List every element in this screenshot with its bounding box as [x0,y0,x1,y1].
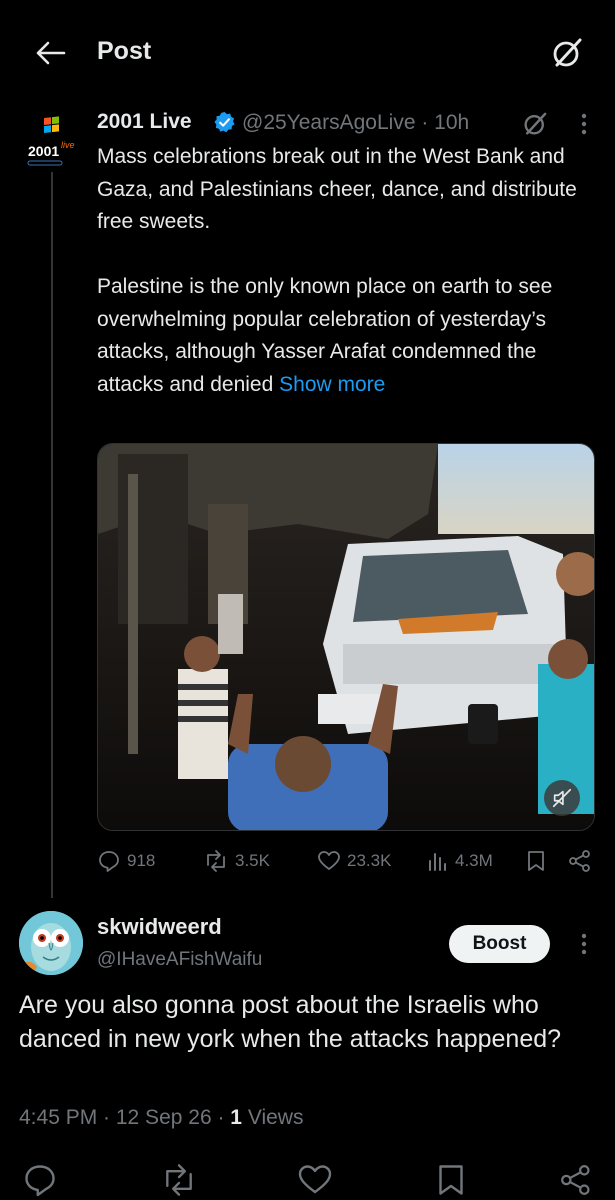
repost-button[interactable]: 3.5K [203,846,270,876]
video-frame [98,444,594,830]
reply-author-handle[interactable]: @IHaveAFishWaifu [97,949,262,971]
repost-icon [207,850,225,872]
show-more-link[interactable]: Show more [279,373,385,396]
avatar-label: 2001 [28,143,60,159]
share-icon[interactable] [558,1162,594,1198]
avatar[interactable] [19,911,83,975]
bookmark-icon[interactable] [434,1162,470,1198]
repost-count: 3.5K [235,851,270,870]
views-count: 4.3M [455,851,493,870]
like-button[interactable]: 23.3K [317,846,391,876]
grok-icon[interactable] [549,35,585,71]
views-chart-icon [429,853,446,871]
reply-icon [99,851,119,872]
reply-count: 918 [127,851,156,870]
page-title: Post [97,37,152,65]
post-action-bar: 918 3.5K 23.3K 4.3M [97,846,602,876]
post-paragraph: Mass celebrations break out in the West … [97,145,577,233]
post-video[interactable] [97,443,595,831]
reply-views-label: Views [241,1106,304,1129]
heart-icon[interactable] [297,1162,333,1198]
reply-button[interactable]: 918 [97,846,155,876]
thread-connector-line [51,172,53,898]
reply-text: Are you also gonna post about the Israel… [19,991,562,1053]
author-name[interactable]: 2001 Live [97,110,192,134]
avatar-sup: live [61,140,75,150]
post-text: Mass celebrations break out in the West … [97,141,602,401]
reply-action-bar [0,1160,615,1200]
reply-icon[interactable] [22,1162,58,1198]
mute-toggle-icon[interactable] [544,780,580,816]
top-bar: Post [0,0,615,100]
repost-icon[interactable] [160,1162,196,1198]
share-icon [569,850,590,872]
heart-icon [318,851,340,870]
avatar[interactable]: 2001 live [24,114,80,170]
more-options-icon[interactable] [574,110,594,138]
reply-timestamp: 4:45 PM · 12 Sep 26 · [19,1106,231,1129]
share-button[interactable] [567,846,593,876]
author-handle-time[interactable]: @25YearsAgoLive · 10h [242,111,469,135]
grok-icon[interactable] [521,110,549,138]
reply-meta: 4:45 PM · 12 Sep 26 · 1 Views [19,1106,303,1130]
reply-author-name[interactable]: skwidweerd [97,914,222,940]
reply-views-count: 1 [230,1106,242,1129]
bookmark-button[interactable] [525,846,547,876]
post-paragraph: Palestine is the only known place on ear… [97,271,602,401]
verified-badge-icon [213,111,236,134]
back-arrow-icon[interactable] [34,36,68,70]
views-button[interactable]: 4.3M [427,846,493,876]
boost-button[interactable]: Boost [449,925,550,963]
like-count: 23.3K [347,851,392,870]
more-options-icon[interactable] [574,930,594,958]
bookmark-icon [528,851,544,871]
